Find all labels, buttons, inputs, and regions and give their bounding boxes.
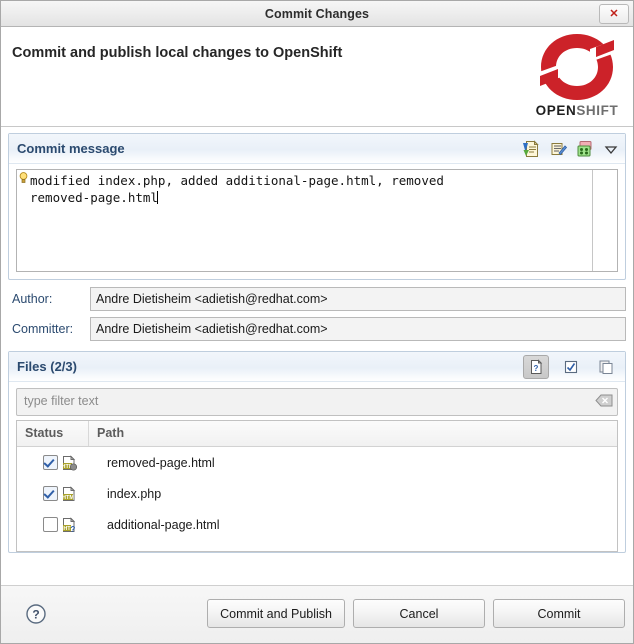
committer-label: Committer: — [12, 321, 74, 336]
commit-message-value: modified index.php, added additional-pag… — [30, 173, 444, 205]
column-header-path[interactable]: Path — [89, 421, 617, 446]
dialog-footer: ? Commit and Publish Cancel Commit — [1, 585, 633, 643]
close-button[interactable]: ✕ — [599, 4, 629, 24]
editor-margin-rule — [592, 170, 593, 271]
help-icon[interactable]: ? — [25, 603, 47, 625]
commit-and-publish-button[interactable]: Commit and Publish — [207, 599, 345, 628]
show-untracked-files-button[interactable]: ? — [523, 354, 549, 379]
author-row: Author: Andre Dietisheim <adietish@redha… — [8, 286, 626, 311]
svg-text:?: ? — [71, 525, 76, 533]
hint-bulb-icon — [19, 172, 28, 183]
table-row[interactable]: HTM removed-page.html — [17, 447, 617, 478]
commit-message-text[interactable]: modified index.php, added additional-pag… — [30, 170, 617, 271]
show-untracked-files-icon: ? — [531, 358, 543, 374]
openshift-wordmark: OPENSHIFT — [529, 103, 625, 118]
committer-row: Committer: Andre Dietisheim <adietish@re… — [8, 316, 626, 341]
row-status-cell: HTM — [25, 454, 97, 471]
row-status-cell: HT ? — [25, 516, 97, 533]
logo-word-shift: SHIFT — [576, 103, 619, 118]
files-header: Files (2/3) ? — [9, 352, 625, 382]
copy-icon — [599, 360, 613, 374]
row-path: index.php — [107, 486, 162, 501]
filter-field[interactable]: type filter text — [16, 388, 618, 416]
row-checkbox[interactable] — [43, 455, 58, 470]
html-file-removed-icon: HTM — [62, 454, 77, 471]
amend-commit-icon[interactable] — [576, 140, 594, 158]
html-file-added-icon: HT ? — [63, 516, 76, 533]
editor-gutter — [17, 170, 30, 271]
select-all-icon — [564, 360, 578, 373]
svg-text:HTM: HTM — [62, 495, 74, 501]
copy-button[interactable] — [593, 355, 619, 379]
files-section: Files (2/3) ? type filter text Status Pa… — [8, 351, 626, 553]
chevron-down-icon[interactable] — [603, 141, 619, 157]
svg-text:?: ? — [534, 364, 539, 373]
files-table-header: Status Path — [17, 421, 617, 447]
commit-message-editor[interactable]: modified index.php, added additional-pag… — [16, 169, 618, 272]
table-row[interactable]: HTM index.php — [17, 478, 617, 509]
spell-check-icon[interactable] — [522, 139, 540, 158]
select-all-button[interactable] — [558, 355, 584, 379]
openshift-logo: OPENSHIFT — [529, 32, 625, 124]
close-icon: ✕ — [609, 7, 619, 20]
commit-message-header: Commit message — [9, 134, 625, 164]
commit-changes-dialog: Commit Changes ✕ Commit and publish loca… — [0, 0, 634, 644]
commit-message-toolbar — [522, 134, 619, 163]
committer-input[interactable]: Andre Dietisheim <adietish@redhat.com> — [90, 316, 626, 341]
files-body: type filter text Status Path HTM removed… — [9, 388, 625, 552]
signed-off-icon[interactable] — [549, 140, 567, 158]
table-row[interactable]: HT ? additional-page.html — [17, 509, 617, 540]
row-checkbox[interactable] — [43, 517, 58, 532]
commit-message-section: Commit message modified index.php, added… — [8, 133, 626, 280]
dialog-banner: Commit and publish local changes to Open… — [1, 27, 633, 127]
html-file-modified-icon: HTM — [62, 485, 76, 501]
footer-buttons: Commit and Publish Cancel Commit — [207, 599, 625, 628]
clear-filter-icon[interactable] — [595, 393, 613, 409]
author-label: Author: — [12, 291, 53, 306]
files-title: Files (2/3) — [17, 359, 77, 374]
row-checkbox[interactable] — [43, 486, 58, 501]
logo-word-open: OPEN — [535, 103, 577, 118]
banner-heading: Commit and publish local changes to Open… — [12, 45, 343, 61]
commit-message-title: Commit message — [17, 141, 125, 156]
dialog-titlebar: Commit Changes ✕ — [1, 1, 633, 27]
commit-message-body: modified index.php, added additional-pag… — [9, 169, 625, 272]
author-input[interactable]: Andre Dietisheim <adietish@redhat.com> — [90, 286, 626, 311]
column-header-status[interactable]: Status — [17, 421, 89, 446]
dialog-title: Commit Changes — [264, 6, 370, 21]
row-path: removed-page.html — [107, 455, 215, 470]
row-path: additional-page.html — [107, 517, 220, 532]
files-toolbar: ? — [523, 352, 619, 381]
svg-text:?: ? — [32, 608, 39, 622]
files-table: Status Path HTM removed-page.html HTM in… — [16, 420, 618, 552]
commit-button[interactable]: Commit — [493, 599, 625, 628]
cancel-button[interactable]: Cancel — [353, 599, 485, 628]
row-status-cell: HTM — [25, 485, 97, 502]
openshift-logo-icon — [539, 34, 615, 100]
filter-input[interactable]: type filter text — [24, 389, 589, 413]
text-caret — [156, 191, 158, 204]
